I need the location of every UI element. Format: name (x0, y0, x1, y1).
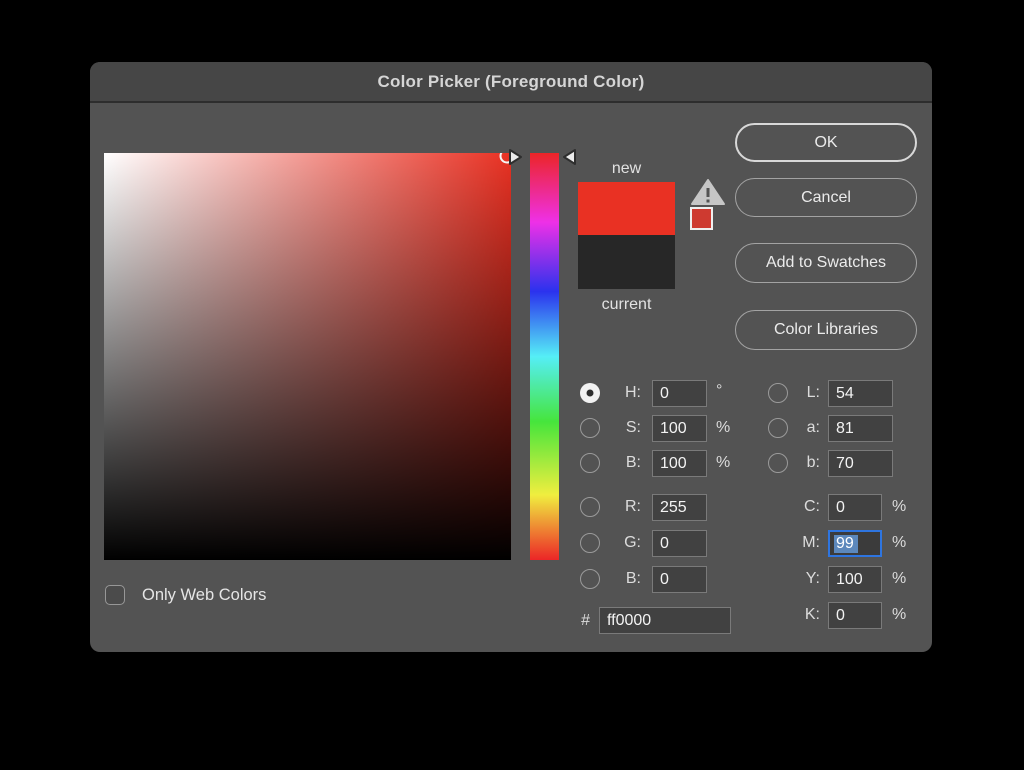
saturation-unit: % (716, 419, 731, 436)
cyan-field-label: C: (804, 498, 820, 515)
ok-button[interactable]: OK (735, 123, 917, 162)
color-field-cursor-icon (499, 153, 511, 164)
hue-slider-right-thumb-icon[interactable] (560, 147, 579, 167)
hue-input[interactable] (652, 380, 707, 407)
lab-l-input[interactable] (828, 380, 893, 407)
radio-lab-b[interactable] (768, 453, 788, 473)
green-input[interactable] (652, 530, 707, 557)
new-swatch-label: new (611, 160, 642, 177)
brightness-unit: % (716, 454, 731, 471)
blue-input[interactable] (652, 566, 707, 593)
web-safe-color-icon[interactable] (690, 207, 713, 230)
brightness-input[interactable] (652, 450, 707, 477)
radio-brightness[interactable] (580, 453, 600, 473)
saturation-field-label: S: (625, 419, 641, 436)
lab-b-input[interactable] (828, 450, 893, 477)
red-field-label: R: (625, 498, 641, 515)
radio-hue[interactable] (580, 383, 600, 403)
brightness-field-label: B: (625, 454, 641, 471)
saturation-input[interactable] (652, 415, 707, 442)
hue-unit: ° (716, 382, 723, 399)
magenta-selected-text: 99 (834, 534, 858, 553)
lab-a-input[interactable] (828, 415, 893, 442)
radio-lab-a[interactable] (768, 418, 788, 438)
magenta-field-label: M: (802, 534, 820, 551)
cancel-button[interactable]: Cancel (735, 178, 917, 217)
radio-blue[interactable] (580, 569, 600, 589)
radio-red[interactable] (580, 497, 600, 517)
green-field-label: G: (624, 534, 641, 551)
add-to-swatches-button[interactable]: Add to Swatches (735, 243, 917, 283)
yellow-input[interactable] (828, 566, 882, 593)
red-input[interactable] (652, 494, 707, 521)
title-bar[interactable]: Color Picker (Foreground Color) (90, 62, 932, 103)
radio-saturation[interactable] (580, 418, 600, 438)
color-picker-dialog: Color Picker (Foreground Color) new curr… (90, 62, 932, 652)
color-field[interactable] (104, 153, 511, 560)
hex-field-label: # (581, 612, 590, 629)
hex-input[interactable] (599, 607, 731, 634)
magenta-unit: % (892, 534, 907, 551)
black-input[interactable] (828, 602, 882, 629)
radio-green[interactable] (580, 533, 600, 553)
swatch-comparison (578, 182, 675, 289)
new-color-swatch (578, 182, 675, 235)
color-libraries-button[interactable]: Color Libraries (735, 310, 917, 350)
gamut-warning-icon[interactable] (690, 178, 726, 206)
lab-b-field-label: b: (806, 454, 820, 471)
hue-field-label: H: (625, 384, 641, 401)
yellow-unit: % (892, 570, 907, 587)
blue-field-label: B: (625, 570, 641, 587)
lab-a-field-label: a: (806, 419, 820, 436)
hue-slider[interactable] (530, 153, 559, 560)
radio-lab-l[interactable] (768, 383, 788, 403)
black-unit: % (892, 606, 907, 623)
only-web-colors-checkbox[interactable] (105, 585, 125, 605)
lab-l-field-label: L: (806, 384, 820, 401)
desktop-background: Color Picker (Foreground Color) new curr… (0, 0, 1024, 770)
current-color-swatch[interactable] (578, 235, 675, 289)
current-swatch-label: current (601, 296, 652, 313)
dialog-title: Color Picker (Foreground Color) (377, 71, 645, 91)
only-web-colors-label: Only Web Colors (142, 586, 267, 604)
cyan-unit: % (892, 498, 907, 515)
cyan-input[interactable] (828, 494, 882, 521)
hue-slider-left-thumb-icon[interactable] (506, 147, 525, 167)
yellow-field-label: Y: (805, 570, 820, 587)
magenta-input[interactable]: 99 (828, 530, 882, 557)
black-field-label: K: (804, 606, 820, 623)
